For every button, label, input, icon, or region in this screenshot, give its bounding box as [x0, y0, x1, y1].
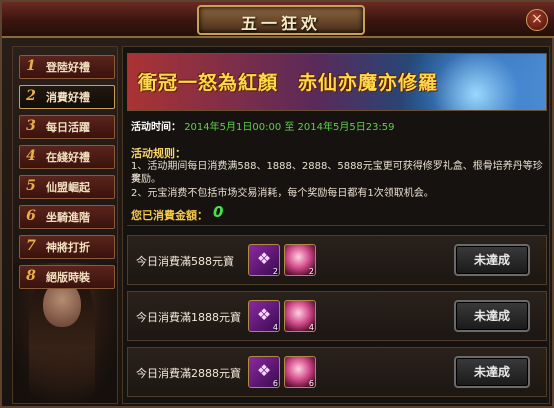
activity-time-label: 活动时间：: [131, 122, 181, 133]
gift-box-icon[interactable]: ❖ 6: [248, 356, 280, 388]
pill-orb-icon[interactable]: 4: [284, 300, 316, 332]
consumed-value: 0: [213, 203, 224, 221]
sidebar-item-label: 每日活躍: [46, 121, 90, 134]
reward-row: 今日消費滿588元寶 ❖ 2 2 未達成: [127, 235, 547, 285]
title-bar: 五一狂欢 ×: [2, 2, 554, 38]
sidebar-item-label: 神將打折: [46, 241, 90, 254]
item-count: 4: [272, 323, 278, 332]
sidebar-item-label: 絕版時裝: [46, 271, 90, 284]
nav-number: 3: [26, 118, 36, 134]
event-banner: 衝冠一怒為紅顏 赤仙亦魔亦修羅: [127, 53, 547, 111]
window-title: 五一狂欢: [240, 14, 321, 33]
pill-orb-icon[interactable]: 6: [284, 356, 316, 388]
reward-row: 今日消費滿1888元寶 ❖ 4 4 未達成: [127, 291, 547, 341]
reward-row: 今日消費滿2888元寶 ❖ 6 6 未達成: [127, 347, 547, 397]
event-window: 五一狂欢 × 1 登陸好禮 2 消費好禮 3 每日活躍 4 在綫好禮 5 仙盟崛…: [0, 0, 554, 408]
nav-number: 2: [26, 88, 36, 104]
reward-condition: 今日消費滿2888元寶: [136, 367, 241, 380]
sidebar-item-login-gift[interactable]: 1 登陸好禮: [19, 55, 115, 79]
nav-number: 6: [26, 208, 36, 224]
banner-text: 衝冠一怒為紅顏 赤仙亦魔亦修羅: [138, 72, 439, 94]
item-count: 2: [308, 267, 314, 276]
gift-glyph: ❖: [256, 249, 272, 268]
sidebar-item-label: 坐騎進階: [46, 211, 90, 224]
claim-button[interactable]: 未達成: [454, 300, 530, 332]
item-count: 6: [308, 379, 314, 388]
sidebar-item-online-gift[interactable]: 4 在綫好禮: [19, 145, 115, 169]
title-plaque: 五一狂欢: [197, 5, 365, 35]
gift-glyph: ❖: [256, 361, 272, 380]
sidebar-item-label: 在綫好禮: [46, 151, 90, 164]
rules-line-1b: 奖励。: [131, 174, 161, 185]
sidebar-item-label: 仙盟崛起: [46, 181, 90, 194]
activity-time-value: 2014年5月1日00:00 至 2014年5月5日23:59: [184, 122, 395, 133]
claim-button[interactable]: 未達成: [454, 356, 530, 388]
reward-condition: 今日消費滿1888元寶: [136, 311, 241, 324]
gift-glyph: ❖: [256, 305, 272, 324]
sidebar: 1 登陸好禮 2 消費好禮 3 每日活躍 4 在綫好禮 5 仙盟崛起 6 坐騎進…: [12, 46, 118, 404]
nav-number: 8: [26, 268, 36, 284]
sidebar-item-mount-advance[interactable]: 6 坐騎進階: [19, 205, 115, 229]
activity-time: 活动时间： 2014年5月1日00:00 至 2014年5月5日23:59: [131, 118, 395, 133]
nav-number: 5: [26, 178, 36, 194]
sidebar-item-spend-gift[interactable]: 2 消費好禮: [19, 85, 115, 109]
rules-title: 活动规则：: [131, 147, 186, 160]
sidebar-item-label: 消費好禮: [46, 91, 90, 104]
sidebar-item-label: 登陸好禮: [46, 61, 90, 74]
sidebar-item-alliance-rise[interactable]: 5 仙盟崛起: [19, 175, 115, 199]
item-count: 6: [272, 379, 278, 388]
gift-box-icon[interactable]: ❖ 4: [248, 300, 280, 332]
rules-line-1: 1、活动期间每日消费满588、1888、2888、5888元宝更可获得修罗礼盒、…: [131, 161, 543, 185]
pill-orb-icon[interactable]: 2: [284, 244, 316, 276]
nav-number: 4: [26, 148, 36, 164]
rules-line-2: 2、元宝消费不包括市场交易消耗，每个奖励每日都有1次领取机会。: [131, 188, 434, 199]
sidebar-item-daily-active[interactable]: 3 每日活躍: [19, 115, 115, 139]
close-button[interactable]: ×: [526, 9, 548, 31]
reward-condition: 今日消費滿588元寶: [136, 255, 234, 268]
claim-button[interactable]: 未達成: [454, 244, 530, 276]
main-panel: 衝冠一怒為紅顏 赤仙亦魔亦修羅 活动时间： 2014年5月1日00:00 至 2…: [122, 46, 550, 404]
nav-number: 7: [26, 238, 36, 254]
item-count: 4: [308, 323, 314, 332]
consumed-label: 您已消費金額：: [131, 209, 208, 222]
gift-box-icon[interactable]: ❖ 2: [248, 244, 280, 276]
nav-number: 1: [26, 58, 36, 74]
divider: [127, 225, 545, 226]
sidebar-item-rare-fashion[interactable]: 8 絕版時裝: [19, 265, 115, 289]
item-count: 2: [272, 267, 278, 276]
sidebar-item-general-discount[interactable]: 7 神將打折: [19, 235, 115, 259]
